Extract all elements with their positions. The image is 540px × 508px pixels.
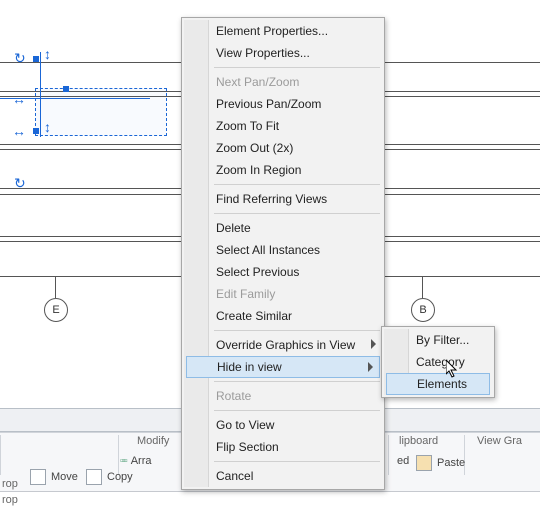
submenu-elements[interactable]: Elements <box>386 373 490 395</box>
copy-tool[interactable]: Copy <box>86 469 133 485</box>
flip-arrow-icon[interactable]: ↕ <box>44 47 51 61</box>
hide-in-view-submenu: By Filter... Category Elements <box>381 326 495 398</box>
menu-go-to-view[interactable]: Go to View <box>184 414 382 436</box>
menu-select-all-instances[interactable]: Select All Instances <box>184 239 382 261</box>
submenu-arrow-icon <box>371 339 376 349</box>
drag-handle[interactable] <box>33 56 39 62</box>
menu-find-referring-views[interactable]: Find Referring Views <box>184 188 382 210</box>
menu-next-pan-zoom: Next Pan/Zoom <box>184 71 382 93</box>
menu-create-similar[interactable]: Create Similar <box>184 305 382 327</box>
context-menu: Element Properties... View Properties...… <box>181 17 385 490</box>
menu-override-graphics[interactable]: Override Graphics in View <box>184 334 382 356</box>
selection-box[interactable] <box>35 88 167 136</box>
move-tool[interactable]: Move <box>30 469 78 485</box>
move-icon <box>30 469 46 485</box>
tab-remnant[interactable]: rop <box>2 478 18 490</box>
grid-line <box>55 276 56 298</box>
tool-label: ed <box>397 455 409 467</box>
grid-line <box>422 276 423 298</box>
array-icon: ▫▫▫ <box>120 455 126 467</box>
cycle-icon[interactable]: ↻ <box>14 51 26 65</box>
menu-zoom-to-fit[interactable]: Zoom To Fit <box>184 115 382 137</box>
group-label: View Gra <box>477 435 522 447</box>
submenu-by-filter[interactable]: By Filter... <box>384 329 492 351</box>
cycle-icon[interactable]: ↻ <box>14 176 26 190</box>
menu-delete[interactable]: Delete <box>184 217 382 239</box>
menu-select-previous[interactable]: Select Previous <box>184 261 382 283</box>
copy-icon <box>86 469 102 485</box>
group-label: lipboard <box>399 435 438 447</box>
tool-label: Move <box>51 471 78 483</box>
drag-handle[interactable] <box>63 86 69 92</box>
menu-cancel[interactable]: Cancel <box>184 465 382 487</box>
grid-bubble-e[interactable]: E <box>44 298 68 322</box>
flip-arrow-icon[interactable]: ↔ <box>12 124 26 138</box>
menu-flip-section[interactable]: Flip Section <box>184 436 382 458</box>
submenu-arrow-icon <box>368 362 373 372</box>
array-tool[interactable]: ▫▫▫ Arra <box>120 455 151 467</box>
menu-zoom-out[interactable]: Zoom Out (2x) <box>184 137 382 159</box>
paste-tool[interactable]: Paste <box>416 455 465 471</box>
drawing-canvas[interactable]: E B ↕ ↕ ↔ ↔ ↻ ↻ Modify lipboard View Gra… <box>0 0 540 508</box>
menu-view-properties[interactable]: View Properties... <box>184 42 382 64</box>
flip-arrow-icon[interactable]: ↔ <box>12 92 26 106</box>
drag-handle[interactable] <box>33 128 39 134</box>
tab-remnant[interactable]: rop <box>2 494 18 506</box>
ed-tool[interactable]: ed <box>397 455 409 467</box>
tool-label: Copy <box>107 471 133 483</box>
menu-element-properties[interactable]: Element Properties... <box>184 20 382 42</box>
menu-rotate: Rotate <box>184 385 382 407</box>
flip-arrow-icon[interactable]: ↕ <box>44 120 51 134</box>
menu-edit-family: Edit Family <box>184 283 382 305</box>
paste-icon <box>416 455 432 471</box>
submenu-category[interactable]: Category <box>384 351 492 373</box>
grid-bubble-b[interactable]: B <box>411 298 435 322</box>
grid-label: B <box>419 304 426 316</box>
group-label: Modify <box>137 435 169 447</box>
menu-previous-pan-zoom[interactable]: Previous Pan/Zoom <box>184 93 382 115</box>
tool-label: Paste <box>437 457 465 469</box>
grid-label: E <box>52 304 59 316</box>
tool-label: Arra <box>131 455 152 467</box>
menu-zoom-in-region[interactable]: Zoom In Region <box>184 159 382 181</box>
menu-hide-in-view[interactable]: Hide in view <box>186 356 380 378</box>
